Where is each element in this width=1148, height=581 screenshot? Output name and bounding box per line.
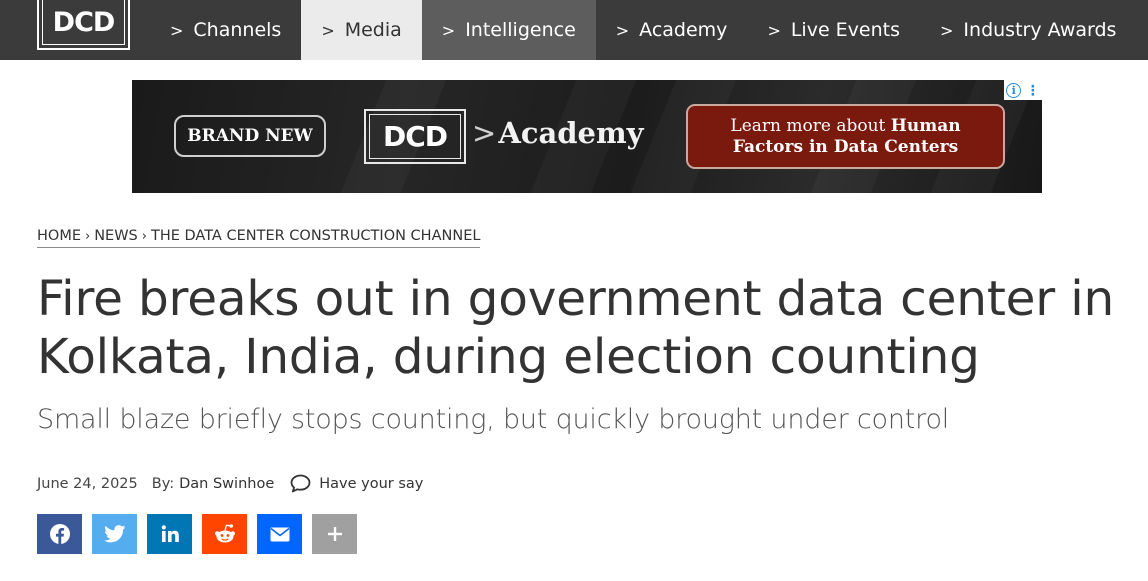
- ad-cta-emphasis: Human: [890, 115, 961, 136]
- kebab-menu-icon[interactable]: ⋮: [1026, 83, 1040, 97]
- advertisement-banner[interactable]: BRAND NEW DCD >Academy Learn more about …: [132, 80, 1042, 193]
- nav-item-industry-awards[interactable]: > Industry Awards: [920, 0, 1136, 60]
- twitter-icon: [103, 525, 125, 543]
- nav-item-intelligence[interactable]: > Intelligence: [421, 0, 596, 60]
- byline-label: By:: [151, 475, 175, 492]
- main-menu: > Channels > Media > Intelligence > Acad…: [150, 0, 1136, 60]
- nav-label: Industry Awards: [963, 19, 1117, 41]
- chevron-right-icon: >: [767, 20, 781, 40]
- ad-product-label: Academy: [498, 116, 644, 150]
- chevron-right-icon: >: [615, 20, 630, 40]
- nav-item-live-events[interactable]: > Live Events: [747, 0, 920, 60]
- breadcrumb-separator: ›: [141, 228, 147, 244]
- dcd-logo-frame: DCD: [42, 0, 125, 45]
- speech-bubble-icon: [290, 474, 311, 493]
- facebook-icon: [49, 524, 70, 544]
- ad-product-name: >Academy: [472, 116, 644, 150]
- breadcrumb-separator: ›: [85, 228, 91, 244]
- share-buttons: [37, 514, 367, 554]
- ad-cta-button[interactable]: Learn more about Human Factors in Data C…: [686, 104, 1005, 169]
- ad-choices[interactable]: i ⋮: [1004, 80, 1042, 100]
- breadcrumb-channel[interactable]: THE DATA CENTER CONSTRUCTION CHANNEL: [151, 228, 480, 244]
- comments-label: Have your say: [319, 475, 424, 492]
- ad-cta-prefix: Learn more about: [730, 115, 891, 136]
- top-navigation-bar: DCD > Channels > Media > Intelligence > …: [0, 0, 1148, 60]
- article-title-line: Fire breaks out in government data cente…: [37, 271, 1115, 327]
- ad-brand-new-badge: BRAND NEW: [174, 115, 326, 157]
- share-email-button[interactable]: [257, 514, 302, 554]
- dcd-logo[interactable]: DCD: [37, 0, 130, 50]
- article-title-line: Kolkata, India, during election counting: [37, 329, 980, 385]
- nav-label: Live Events: [790, 19, 901, 41]
- chevron-right-icon: >: [170, 20, 184, 40]
- nav-item-media[interactable]: > Media: [301, 0, 422, 60]
- email-icon: [270, 527, 289, 541]
- ad-dcd-logo: DCD: [364, 109, 466, 164]
- publish-date: June 24, 2025: [37, 475, 138, 492]
- chevron-right-icon: >: [321, 20, 335, 40]
- nav-label: Intelligence: [465, 19, 576, 41]
- nav-label: Channels: [193, 19, 282, 41]
- breadcrumb: HOME › NEWS › THE DATA CENTER CONSTRUCTI…: [37, 228, 481, 248]
- chevron-right-icon: >: [940, 20, 954, 40]
- logo-text: DCD: [52, 6, 116, 38]
- nav-item-academy[interactable]: > Academy: [596, 0, 748, 60]
- reddit-icon: [214, 524, 235, 543]
- article-subtitle: Small blaze briefly stops counting, but …: [37, 404, 950, 435]
- ad-logo-text: DCD: [369, 114, 461, 159]
- breadcrumb-home[interactable]: HOME: [37, 228, 81, 244]
- ad-cta-text: Learn more about Human Factors in Data C…: [730, 116, 960, 158]
- nav-label: Academy: [639, 19, 728, 41]
- share-linkedin-button[interactable]: [147, 514, 192, 554]
- linkedin-icon: [161, 525, 179, 542]
- plus-icon: [327, 527, 342, 541]
- share-reddit-button[interactable]: [202, 514, 247, 554]
- comments-link[interactable]: Have your say: [290, 474, 423, 493]
- ad-product-prefix: >: [472, 116, 497, 150]
- share-more-button[interactable]: [312, 514, 357, 554]
- breadcrumb-news[interactable]: NEWS: [94, 228, 138, 244]
- article-title: Fire breaks out in government data cente…: [37, 270, 1148, 386]
- share-twitter-button[interactable]: [92, 514, 137, 554]
- article-meta: June 24, 2025 By: Dan Swinhoe Have your …: [37, 474, 423, 493]
- chevron-right-icon: >: [441, 20, 456, 40]
- nav-label: Media: [344, 19, 402, 41]
- share-facebook-button[interactable]: [37, 514, 82, 554]
- ad-cta-emphasis: Factors in Data Centers: [732, 136, 959, 157]
- author-link[interactable]: Dan Swinhoe: [179, 476, 274, 492]
- nav-item-channels[interactable]: > Channels: [150, 0, 301, 60]
- info-icon[interactable]: i: [1006, 82, 1022, 98]
